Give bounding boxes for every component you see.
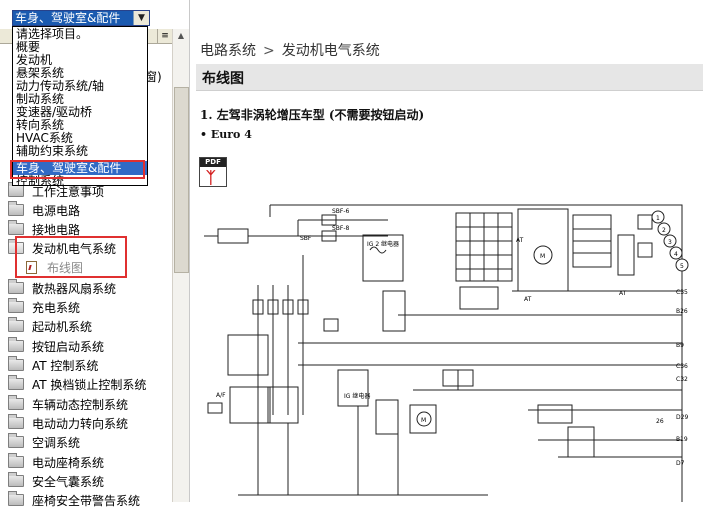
scroll-up-icon[interactable]: ▲ — [174, 29, 188, 43]
folder-icon — [8, 433, 24, 448]
diagram-connector-1: 1 — [656, 215, 660, 222]
diagram-connector-5: 5 — [680, 263, 684, 270]
tree-item-charging[interactable]: 充电系统 — [8, 298, 80, 317]
folder-icon — [8, 298, 24, 313]
diagram-label-c36: C36 — [676, 363, 688, 370]
folder-icon — [8, 182, 24, 197]
diagram-label-af: A/F — [216, 392, 226, 399]
diagram-variant: • Euro 4 — [200, 128, 252, 141]
folder-icon — [8, 395, 24, 410]
category-select-value: 车身、驾驶室&配件 — [15, 11, 121, 25]
folder-icon — [8, 317, 24, 332]
tree-item-air-conditioning[interactable]: 空调系统 — [8, 433, 80, 452]
tree-item-seatbelt-warning[interactable]: 座椅安全带警告系统 — [8, 491, 140, 510]
folder-icon — [8, 414, 24, 429]
tree-item-vehicle-dynamics[interactable]: 车辆动态控制系统 — [8, 395, 128, 414]
diagram-heading: 1. 左驾非涡轮增压车型 (不需要按钮启动) — [200, 108, 425, 122]
dropdown-option[interactable]: 变速器/驱动桥 — [13, 105, 147, 119]
highlight-box — [15, 236, 127, 278]
diagram-label-sbf6: SBF-6 — [332, 208, 350, 215]
folder-icon — [8, 375, 24, 390]
pdf-label: PDF — [200, 158, 226, 167]
category-select[interactable]: 车身、驾驶室&配件 ▼ — [12, 10, 150, 26]
tree-item-at-control[interactable]: AT 控制系统 — [8, 356, 98, 375]
breadcrumb-parent[interactable]: 电路系统 — [200, 43, 256, 59]
breadcrumb: 电路系统 > 发动机电气系统 — [200, 40, 380, 60]
diagram-connector-4: 4 — [674, 251, 678, 258]
diagram-label-c32: C32 — [676, 376, 688, 383]
dropdown-option[interactable]: 请选择项目。 — [13, 27, 147, 41]
dropdown-option[interactable]: 悬架系统 — [13, 66, 147, 80]
folder-icon — [8, 491, 24, 506]
folder-icon — [8, 453, 24, 468]
diagram-connector-3: 3 — [668, 239, 672, 246]
folder-icon — [8, 472, 24, 487]
tree-item-at-shift-lock[interactable]: AT 换档锁止控制系统 — [8, 375, 146, 394]
diagram-label-c35: C35 — [676, 289, 688, 296]
tree-item-starter[interactable]: 起动机系统 — [8, 317, 92, 336]
tree-item-radiator-fan[interactable]: 散热器风扇系统 — [8, 279, 116, 298]
section-header: 布线图 — [196, 64, 703, 91]
tree-item-airbag[interactable]: 安全气囊系统 — [8, 472, 104, 491]
diagram-label-motor-2: M — [421, 417, 426, 424]
dropdown-option[interactable]: 制动系统 — [13, 92, 147, 106]
tree-item-power-seat[interactable]: 电动座椅系统 — [8, 453, 104, 472]
folder-icon — [8, 220, 24, 235]
diagram-label-ig-relay: IG 继电器 — [344, 392, 370, 400]
diagram-label-at: AT — [516, 237, 524, 244]
highlight-box — [10, 160, 145, 179]
diagram-label-motor: M — [540, 253, 545, 260]
diagram-label-d29: D29 — [676, 414, 688, 421]
tree-item-push-start[interactable]: 按钮启动系统 — [8, 337, 104, 356]
tree-item-power-circuit[interactable]: 电源电路 — [8, 201, 80, 220]
tree-scrollbar[interactable]: ▲ — [172, 29, 189, 502]
dropdown-option[interactable]: 转向系统 — [13, 118, 147, 132]
diagram-label-b9: B9 — [676, 342, 684, 349]
diagram-label-b19: B19 — [676, 436, 688, 443]
breadcrumb-separator: > — [263, 43, 275, 59]
tree-item-eps[interactable]: 电动动力转向系统 — [8, 414, 128, 433]
diagram-label-sbf: SBF — [300, 235, 312, 242]
dropdown-option[interactable]: 动力传动系统/轴 — [13, 79, 147, 93]
pdf-icon[interactable]: PDF ᛉ — [199, 157, 227, 187]
acrobat-mark-icon: ᛉ — [206, 168, 216, 187]
diagram-label-at-2: AT — [524, 296, 532, 303]
folder-icon — [8, 356, 24, 371]
folder-icon — [8, 201, 24, 216]
folder-icon — [8, 337, 24, 352]
diagram-label-at-3: AT — [619, 290, 627, 297]
diagram-connector-2: 2 — [662, 227, 666, 234]
folder-icon — [8, 279, 24, 294]
diagram-label-sbf8: SBF-8 — [332, 225, 350, 232]
breadcrumb-current: 发动机电气系统 — [281, 43, 380, 59]
diagram-label-ig2-relay: IG 2 继电器 — [367, 240, 399, 248]
section-title: 布线图 — [202, 71, 244, 87]
dropdown-option[interactable]: HVAC系统 — [13, 131, 147, 145]
dropdown-option[interactable]: 辅助约束系统 — [13, 144, 147, 158]
scrollbar-thumb[interactable] — [174, 87, 189, 273]
diagram-label-d7: D7 — [676, 460, 685, 467]
dropdown-option[interactable]: 概要 — [13, 40, 147, 54]
dropdown-option[interactable]: 发动机 — [13, 53, 147, 67]
diagram-label-26: 26 — [656, 418, 664, 425]
tree-header-toggle-icon[interactable]: ≡ — [157, 29, 172, 43]
chevron-down-icon[interactable]: ▼ — [133, 11, 149, 25]
wiring-diagram: SBF-6 SBF-8 SBF IG 2 继电器 IG 继电器 AT AT AT… — [204, 204, 689, 502]
diagram-label-b26: B26 — [676, 308, 688, 315]
